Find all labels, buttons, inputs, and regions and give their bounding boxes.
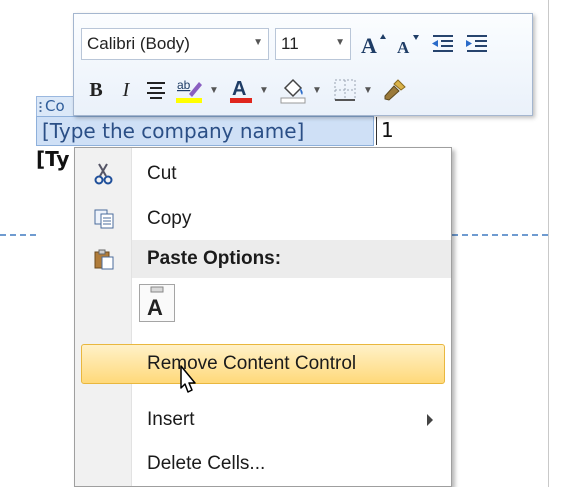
chevron-down-icon[interactable]: ▼: [312, 85, 322, 96]
keep-text-only-button[interactable]: A: [139, 284, 175, 322]
content-control-tab-label: Co: [45, 97, 65, 115]
section-break-line: [0, 234, 36, 236]
decrease-indent-button[interactable]: [425, 28, 459, 60]
highlighter-icon: ab: [176, 78, 203, 103]
paint-bucket-icon: [280, 78, 306, 104]
copy-icon: [94, 209, 114, 229]
font-name-value: Calibri (Body): [87, 34, 190, 53]
chevron-down-icon[interactable]: ▼: [363, 85, 373, 96]
menu-item-cut[interactable]: Cut: [75, 154, 451, 194]
format-painter-button[interactable]: [379, 74, 411, 106]
shading-button[interactable]: ▼: [275, 74, 327, 106]
paste-options-header: Paste Options:: [132, 240, 451, 278]
toolbar-row-2: B I ab ▼ A ▼ ▼ ▼: [81, 70, 411, 110]
increase-indent-icon: [466, 35, 487, 52]
menu-item-copy[interactable]: Copy: [75, 199, 451, 239]
format-painter-icon: [384, 79, 406, 101]
font-color-button[interactable]: A ▼: [223, 74, 275, 106]
grow-font-icon: A: [361, 33, 386, 57]
font-size-value: 11: [281, 34, 299, 53]
highlight-color-button[interactable]: ab ▼: [171, 74, 223, 106]
mini-toolbar: Calibri (Body) ▼ 11 ▼ A A B I ab ▼ A ▼ ▼…: [73, 13, 533, 116]
align-center-icon: [147, 82, 165, 99]
document-text: 1: [381, 118, 394, 142]
chevron-down-icon[interactable]: ▼: [209, 85, 219, 96]
chevron-down-icon[interactable]: ▼: [259, 85, 269, 96]
paste-option-letter: A: [147, 295, 163, 320]
submenu-arrow-icon: [427, 414, 433, 426]
borders-button[interactable]: ▼: [327, 74, 379, 106]
toolbar-row-1: Calibri (Body) ▼ 11 ▼ A A: [81, 24, 493, 64]
paste-options-label: Paste Options:: [147, 248, 282, 269]
svg-text:ab: ab: [177, 78, 191, 92]
context-menu: Cut Copy Paste Options: A Remove Content…: [74, 147, 452, 487]
menu-item-label: Copy: [147, 208, 192, 229]
menu-item-delete-cells[interactable]: Delete Cells...: [75, 444, 451, 484]
font-name-select[interactable]: Calibri (Body) ▼: [81, 28, 269, 60]
center-align-button[interactable]: [141, 74, 171, 106]
drag-grip-icon[interactable]: [39, 101, 42, 112]
shrink-font-icon: A: [397, 35, 419, 57]
shrink-font-button[interactable]: A: [391, 28, 425, 60]
svg-text:A: A: [232, 78, 246, 100]
scissors-icon: [94, 163, 113, 185]
chevron-down-icon[interactable]: ▼: [335, 37, 345, 48]
font-size-select[interactable]: 11 ▼: [275, 28, 351, 60]
svg-text:A: A: [397, 38, 410, 57]
menu-item-insert[interactable]: Insert: [75, 400, 451, 440]
bold-button[interactable]: B: [81, 74, 111, 106]
italic-button[interactable]: I: [111, 74, 141, 106]
document-page-edge: [548, 0, 549, 487]
chevron-down-icon[interactable]: ▼: [253, 37, 263, 48]
text-cursor: [376, 117, 377, 145]
mouse-pointer-icon: [180, 365, 196, 393]
svg-text:A: A: [361, 33, 377, 57]
menu-item-label: Insert: [147, 409, 195, 430]
company-name-field[interactable]: [Type the company name]: [36, 116, 374, 146]
menu-item-label: Cut: [147, 163, 177, 184]
borders-icon: [334, 79, 356, 101]
increase-indent-button[interactable]: [459, 28, 493, 60]
paste-keep-text-icon: A: [147, 286, 164, 320]
document-bold-text: [Ty: [36, 147, 70, 171]
menu-item-remove-content-control[interactable]: Remove Content Control: [75, 344, 451, 384]
clipboard-icon: [94, 249, 114, 270]
grow-font-button[interactable]: A: [357, 28, 391, 60]
font-color-icon: A: [230, 78, 253, 103]
section-break-line: [452, 234, 548, 236]
decrease-indent-icon: [432, 35, 453, 52]
menu-item-label: Delete Cells...: [147, 453, 266, 474]
